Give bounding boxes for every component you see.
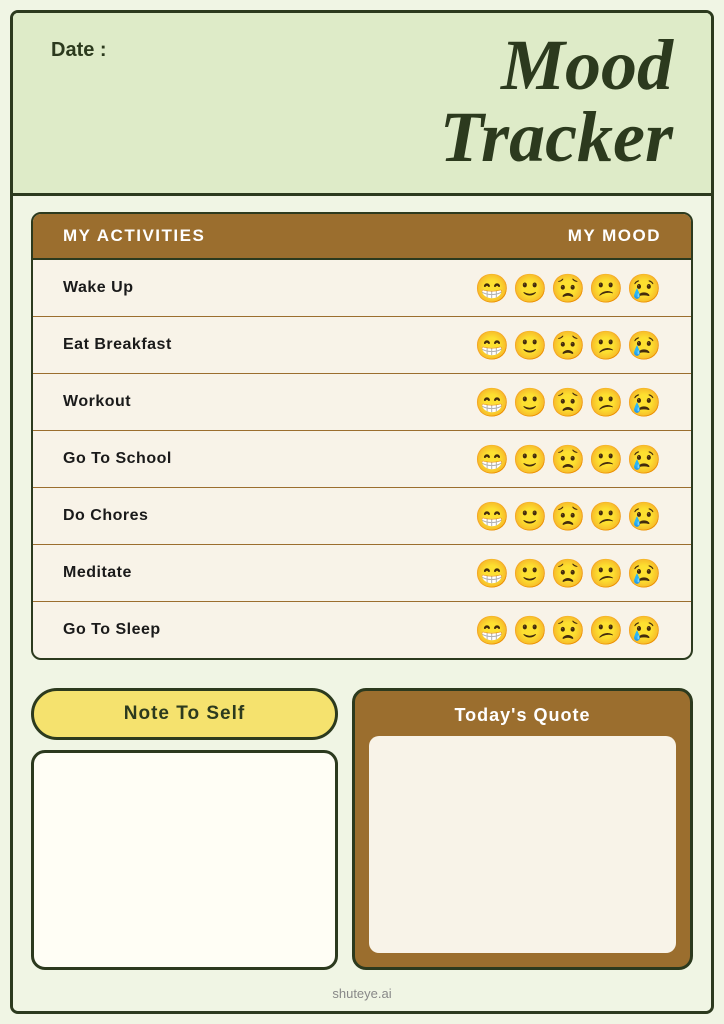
mood-face-happy[interactable]: 😁 bbox=[475, 385, 509, 419]
mood-face-sad[interactable]: 😟 bbox=[551, 328, 585, 362]
mood-face-smile[interactable]: 🙂 bbox=[513, 328, 547, 362]
mood-face-worried[interactable]: 😕 bbox=[589, 556, 623, 590]
activity-name: Wake Up bbox=[63, 279, 133, 297]
activities-table: My Activities My Mood Wake Up 😁 🙂 😟 😕 😢 bbox=[31, 212, 693, 660]
main-title: Mood Tracker bbox=[440, 29, 673, 173]
activity-name: Eat Breakfast bbox=[63, 336, 172, 354]
table-row: Wake Up 😁 🙂 😟 😕 😢 bbox=[33, 260, 691, 317]
activity-name: Do Chores bbox=[63, 507, 148, 525]
mood-face-happy[interactable]: 😁 bbox=[475, 271, 509, 305]
table-row: Workout 😁 🙂 😟 😕 😢 bbox=[33, 374, 691, 431]
footer: shuteye.ai bbox=[31, 978, 693, 1011]
mood-face-sad[interactable]: 😟 bbox=[551, 613, 585, 647]
mood-icons[interactable]: 😁 🙂 😟 😕 😢 bbox=[475, 499, 661, 533]
mood-face-cry[interactable]: 😢 bbox=[627, 499, 661, 533]
mood-face-cry[interactable]: 😢 bbox=[627, 271, 661, 305]
note-to-self-button[interactable]: Note To Self bbox=[31, 688, 338, 740]
footer-text: shuteye.ai bbox=[332, 986, 391, 1001]
mood-face-sad[interactable]: 😟 bbox=[551, 499, 585, 533]
mood-face-sad[interactable]: 😟 bbox=[551, 556, 585, 590]
inner-content: Date : Mood Tracker My Activities My Moo… bbox=[13, 13, 711, 1011]
mood-face-sad[interactable]: 😟 bbox=[551, 442, 585, 476]
activity-name: Meditate bbox=[63, 564, 132, 582]
mood-face-worried[interactable]: 😕 bbox=[589, 613, 623, 647]
mood-face-cry[interactable]: 😢 bbox=[627, 442, 661, 476]
mood-face-sad[interactable]: 😟 bbox=[551, 271, 585, 305]
mood-icons[interactable]: 😁 🙂 😟 😕 😢 bbox=[475, 328, 661, 362]
mood-face-cry[interactable]: 😢 bbox=[627, 613, 661, 647]
mood-face-smile[interactable]: 🙂 bbox=[513, 499, 547, 533]
col1-header: My Activities bbox=[63, 226, 205, 246]
mood-face-worried[interactable]: 😕 bbox=[589, 499, 623, 533]
mood-face-smile[interactable]: 🙂 bbox=[513, 385, 547, 419]
mood-face-sad[interactable]: 😟 bbox=[551, 385, 585, 419]
mood-face-cry[interactable]: 😢 bbox=[627, 328, 661, 362]
mood-face-happy[interactable]: 😁 bbox=[475, 442, 509, 476]
mood-icons[interactable]: 😁 🙂 😟 😕 😢 bbox=[475, 442, 661, 476]
page-wrapper: Date : Mood Tracker My Activities My Moo… bbox=[0, 0, 724, 1024]
note-to-self-section: Note To Self bbox=[31, 688, 338, 970]
header-section: Date : Mood Tracker bbox=[13, 13, 711, 196]
table-header: My Activities My Mood bbox=[33, 214, 691, 260]
table-row: Do Chores 😁 🙂 😟 😕 😢 bbox=[33, 488, 691, 545]
mood-face-worried[interactable]: 😕 bbox=[589, 385, 623, 419]
mood-icons[interactable]: 😁 🙂 😟 😕 😢 bbox=[475, 271, 661, 305]
table-row: Go To School 😁 🙂 😟 😕 😢 bbox=[33, 431, 691, 488]
table-row: Meditate 😁 🙂 😟 😕 😢 bbox=[33, 545, 691, 602]
activity-name: Workout bbox=[63, 393, 131, 411]
mood-face-smile[interactable]: 🙂 bbox=[513, 442, 547, 476]
mood-icons[interactable]: 😁 🙂 😟 😕 😢 bbox=[475, 385, 661, 419]
bottom-row: Note To Self Today's Quote bbox=[31, 688, 693, 978]
title-block: Mood Tracker bbox=[440, 29, 673, 173]
table-row: Eat Breakfast 😁 🙂 😟 😕 😢 bbox=[33, 317, 691, 374]
mood-face-happy[interactable]: 😁 bbox=[475, 613, 509, 647]
mood-icons[interactable]: 😁 🙂 😟 😕 😢 bbox=[475, 556, 661, 590]
date-label: Date : bbox=[51, 39, 107, 62]
activity-name: Go To School bbox=[63, 450, 172, 468]
outer-border: Date : Mood Tracker My Activities My Moo… bbox=[10, 10, 714, 1014]
mood-face-smile[interactable]: 🙂 bbox=[513, 556, 547, 590]
mood-face-happy[interactable]: 😁 bbox=[475, 499, 509, 533]
mood-face-worried[interactable]: 😕 bbox=[589, 442, 623, 476]
activity-name: Go To Sleep bbox=[63, 621, 161, 639]
mood-face-happy[interactable]: 😁 bbox=[475, 556, 509, 590]
mood-face-worried[interactable]: 😕 bbox=[589, 271, 623, 305]
quote-title: Today's Quote bbox=[369, 705, 676, 726]
col2-header: My Mood bbox=[568, 226, 661, 246]
mood-face-smile[interactable]: 🙂 bbox=[513, 613, 547, 647]
mood-face-smile[interactable]: 🙂 bbox=[513, 271, 547, 305]
quote-section: Today's Quote bbox=[352, 688, 693, 970]
content-area: My Activities My Mood Wake Up 😁 🙂 😟 😕 😢 bbox=[13, 196, 711, 1011]
mood-face-happy[interactable]: 😁 bbox=[475, 328, 509, 362]
mood-face-cry[interactable]: 😢 bbox=[627, 385, 661, 419]
mood-face-worried[interactable]: 😕 bbox=[589, 328, 623, 362]
mood-face-cry[interactable]: 😢 bbox=[627, 556, 661, 590]
mood-icons[interactable]: 😁 🙂 😟 😕 😢 bbox=[475, 613, 661, 647]
table-row: Go To Sleep 😁 🙂 😟 😕 😢 bbox=[33, 602, 691, 658]
quote-box[interactable] bbox=[369, 736, 676, 953]
note-to-self-box[interactable] bbox=[31, 750, 338, 970]
